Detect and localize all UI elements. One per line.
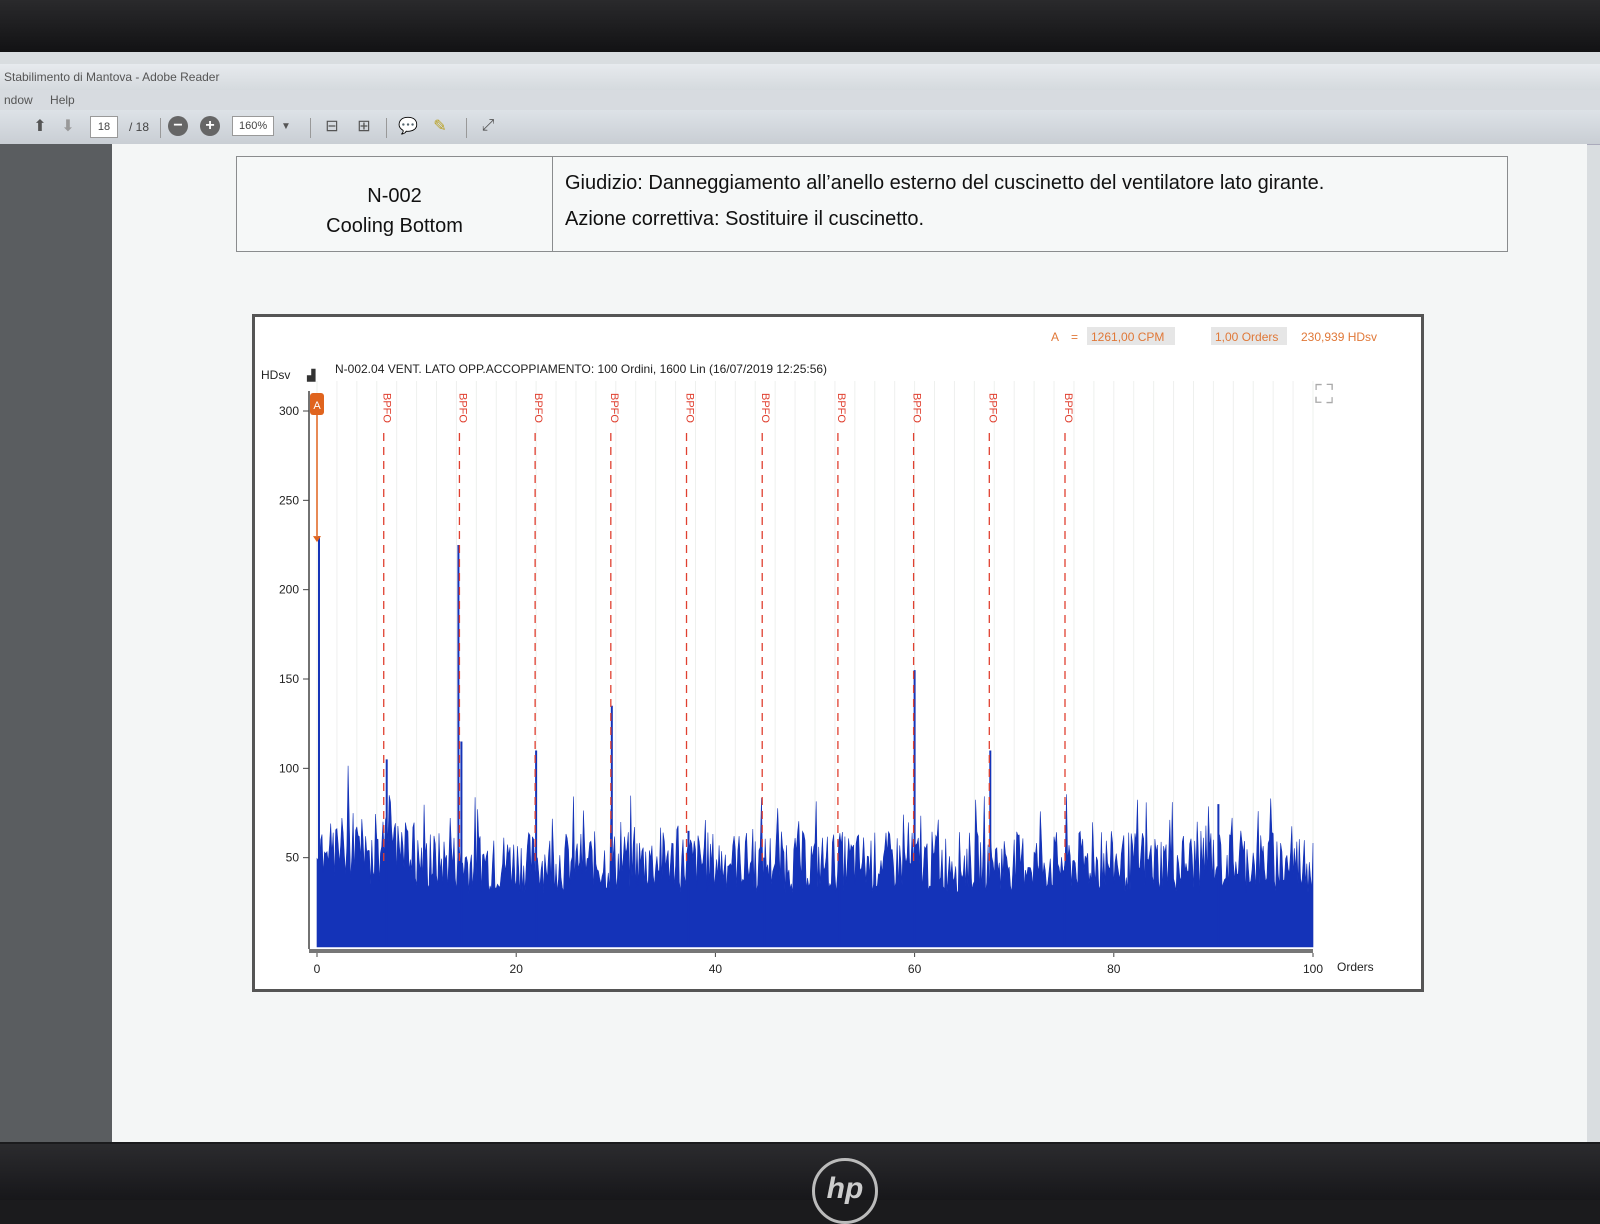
bpfo-label: BPFO — [835, 393, 847, 423]
bpfo-label: BPFO — [456, 393, 468, 423]
zoom-select[interactable]: 160% — [232, 116, 274, 136]
bpfo-label: BPFO — [608, 393, 620, 423]
spectrum-chart-panel: HDsv ▟ N-002.04 VENT. LATO OPP.ACCOPPIAMEN… — [252, 314, 1424, 992]
readout-amplitude: 230,939 HDsv — [1301, 330, 1377, 344]
menu-window[interactable]: ndow — [4, 93, 33, 107]
bpfo-label: BPFO — [532, 393, 544, 423]
page-total: / 18 — [128, 120, 149, 134]
fit-page-icon[interactable]: ⊟ — [322, 116, 342, 136]
bpfo-label: BPFO — [684, 393, 696, 423]
screen: Stabilimento di Mantova - Adobe Reader n… — [0, 52, 1600, 1142]
y-tick-label: 100 — [279, 761, 299, 775]
action-text: Azione correttiva: Sostituire il cuscine… — [565, 208, 925, 230]
y-axis-label: HDsv — [261, 368, 290, 382]
separator — [466, 118, 467, 138]
y-tick-label: 50 — [286, 851, 300, 865]
cursor-marker-label: A — [313, 400, 321, 412]
monitor-bezel-bottom — [0, 1144, 1600, 1200]
judgement-text: Giudizio: Danneggiamento all’anello este… — [565, 172, 1325, 194]
x-tick-label: 40 — [709, 962, 723, 976]
separator — [310, 118, 311, 138]
fit-width-icon[interactable]: ⊞ — [354, 116, 374, 136]
separator — [160, 118, 161, 138]
zoom-out-icon[interactable]: − — [168, 116, 188, 136]
x-tick-label: 20 — [510, 962, 524, 976]
sign-icon[interactable]: ✎ — [430, 116, 450, 136]
x-tick-label: 80 — [1107, 962, 1121, 976]
expand-icon: ⛶ — [1315, 379, 1333, 409]
machine-name: Cooling Bottom — [326, 215, 463, 237]
chart-title: N-002.04 VENT. LATO OPP.ACCOPPIAMENTO: 1… — [335, 362, 827, 376]
zoom-in-icon[interactable]: + — [200, 116, 220, 136]
x-tick-label: 0 — [314, 962, 321, 976]
bpfo-label: BPFO — [986, 393, 998, 423]
readout-eq: = — [1071, 330, 1078, 344]
hp-logo: hp — [812, 1158, 878, 1224]
x-axis-label: Orders — [1337, 960, 1374, 974]
menu-help[interactable]: Help — [50, 93, 75, 107]
chart-type-icon: ▟ — [306, 368, 316, 382]
toolbar: ⬆ ⬇ 18 / 18 − + 160% ▼ ⊟ ⊞ 💬 ✎ ⤢ — [0, 110, 1600, 145]
x-tick-label: 100 — [1303, 962, 1323, 976]
bpfo-label: BPFO — [381, 393, 393, 423]
machine-code: N-002 — [367, 185, 422, 207]
readout-orders: 1,00 Orders — [1215, 330, 1278, 344]
info-table: N-002 Cooling Bottom Giudizio: Danneggia… — [236, 156, 1508, 252]
readout-label: A — [1051, 330, 1059, 344]
bpfo-label: BPFO — [911, 393, 923, 423]
bpfo-label: BPFO — [1062, 393, 1074, 423]
y-tick-label: 200 — [279, 583, 299, 597]
spectrum-chart: HDsv ▟ N-002.04 VENT. LATO OPP.ACCOPPIAMEN… — [261, 327, 1377, 976]
chevron-down-icon[interactable]: ▼ — [276, 116, 296, 136]
page-number-input[interactable]: 18 — [90, 116, 118, 138]
bpfo-label: BPFO — [759, 393, 771, 423]
separator — [386, 118, 387, 138]
previous-page-icon[interactable]: ⬆ — [30, 116, 50, 136]
menu-bar: ndow Help — [0, 90, 1600, 110]
machine-cell: N-002 Cooling Bottom — [237, 157, 553, 251]
fullscreen-icon[interactable]: ⤢ — [478, 116, 498, 136]
monitor-bezel-top — [0, 0, 1600, 52]
readout-cpm: 1261,00 CPM — [1091, 330, 1164, 344]
next-page-icon[interactable]: ⬇ — [58, 116, 78, 136]
x-tick-label: 60 — [908, 962, 922, 976]
diagnosis-cell: Giudizio: Danneggiamento all’anello este… — [565, 165, 1324, 237]
window-title: Stabilimento di Mantova - Adobe Reader — [0, 64, 1600, 90]
y-tick-label: 150 — [279, 672, 299, 686]
y-tick-label: 300 — [279, 404, 299, 418]
comment-icon[interactable]: 💬 — [398, 116, 418, 136]
y-tick-label: 250 — [279, 493, 299, 507]
document-page: N-002 Cooling Bottom Giudizio: Danneggia… — [112, 144, 1587, 1142]
